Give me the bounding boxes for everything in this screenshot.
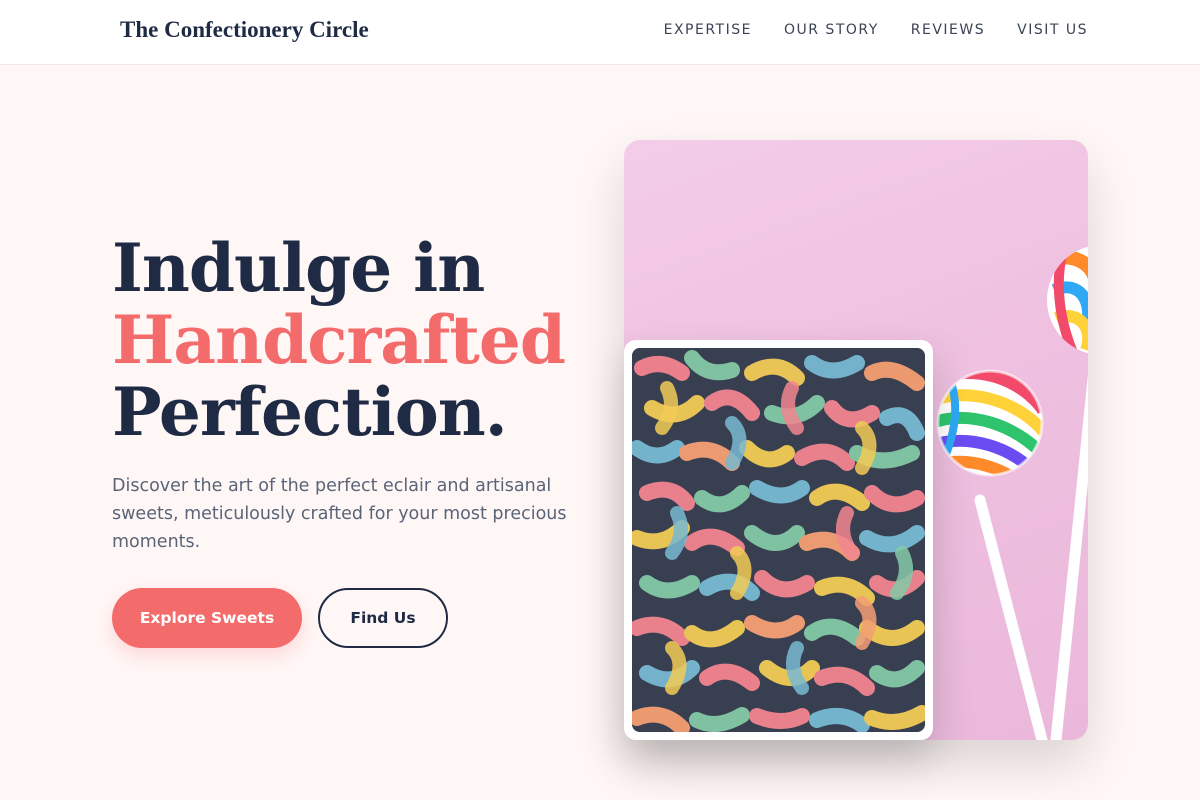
explore-sweets-button[interactable]: Explore Sweets: [112, 588, 302, 648]
nav-link-reviews[interactable]: REVIEWS: [911, 22, 985, 38]
gummy-worms-photo: [632, 348, 925, 732]
nav-link-our-story[interactable]: OUR STORY: [784, 22, 879, 38]
hero-description: Discover the art of the perfect eclair a…: [112, 476, 567, 552]
nav-link-visit-us[interactable]: VISIT US: [1017, 22, 1088, 38]
hero-heading: Indulge in Handcrafted Perfection.: [112, 229, 566, 451]
main-nav: EXPERTISE OUR STORY REVIEWS VISIT US: [664, 22, 1088, 38]
swirl-lollipop: [1047, 245, 1088, 355]
top-navigation-bar: The Confectionery Circle EXPERTISE OUR S…: [0, 0, 1200, 65]
gummy-worms-illustration: [632, 348, 925, 732]
nav-link-expertise[interactable]: EXPERTISE: [664, 22, 752, 38]
hero-heading-accent-line: Handcrafted: [112, 301, 566, 379]
lollipop-stick: [1050, 374, 1088, 740]
gummy-worms-photo-frame: [624, 340, 933, 740]
hero-heading-line-3: Perfection.: [112, 373, 508, 451]
brand-logo-text[interactable]: The Confectionery Circle: [120, 17, 369, 43]
hero-heading-line-1: Indulge in: [112, 229, 485, 307]
lollipop-stick: [974, 494, 1048, 740]
find-us-button[interactable]: Find Us: [318, 588, 448, 648]
